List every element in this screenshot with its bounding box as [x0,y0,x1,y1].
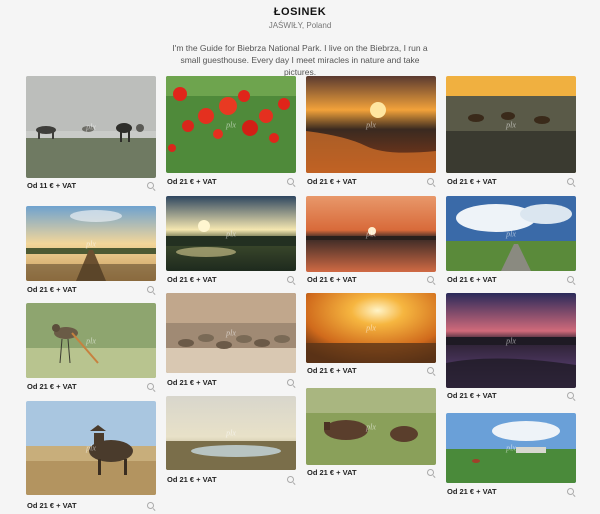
photo-thumbnail[interactable]: plx [26,206,156,281]
price-label: Od 21 € + VAT [167,275,217,284]
watermark: plx [506,443,516,453]
zoom-icon[interactable] [427,276,436,285]
zoom-icon[interactable] [287,276,296,285]
zoom-icon[interactable] [287,379,296,388]
price-label: Od 21 € + VAT [447,177,497,186]
page-title: ŁOSINEK [273,6,327,18]
price-label: Od 21 € + VAT [307,275,357,284]
zoom-icon[interactable] [427,367,436,376]
photo-thumbnail[interactable]: plx [26,76,156,178]
photo-thumbnail[interactable]: plx [306,388,436,465]
photo-thumbnail[interactable]: plx [166,293,296,373]
price-label: Od 21 € + VAT [167,378,217,387]
zoom-icon[interactable] [147,182,156,191]
price-label: Od 21 € + VAT [307,366,357,375]
photo-thumbnail[interactable]: plx [446,293,576,388]
zoom-icon[interactable] [147,502,156,511]
zoom-icon[interactable] [427,469,436,478]
price-label: Od 21 € + VAT [447,275,497,284]
photo-thumbnail[interactable]: plx [306,293,436,363]
photo-thumbnail[interactable]: plx [166,76,296,173]
price-label: Od 21 € + VAT [27,501,77,510]
zoom-icon[interactable] [287,476,296,485]
watermark: plx [366,229,376,239]
zoom-icon[interactable] [567,178,576,187]
watermark: plx [226,229,236,238]
watermark: plx [366,422,376,431]
watermark: plx [226,120,236,129]
photo-thumbnail[interactable]: plx [166,396,296,470]
zoom-icon[interactable] [567,276,576,285]
price-label: Od 11 € + VAT [27,181,77,190]
zoom-icon[interactable] [287,178,296,187]
photo-thumbnail[interactable]: plx [166,196,296,271]
photo-thumbnail[interactable]: plx [306,196,436,272]
price-label: Od 21 € + VAT [447,391,497,400]
location-label: JAŚWIŁY, Poland [268,21,332,30]
photo-thumbnail[interactable]: plx [446,76,576,173]
watermark: plx [366,120,376,129]
price-label: Od 21 € + VAT [307,177,357,186]
zoom-icon[interactable] [567,488,576,497]
photo-thumbnail[interactable]: plx [306,76,436,173]
watermark: plx [506,229,516,238]
photo-thumbnail[interactable]: plx [446,196,576,271]
zoom-icon[interactable] [147,286,156,295]
watermark: plx [366,323,376,333]
watermark: plx [86,336,96,345]
author-description: I'm the Guide for Biebrza National Park.… [172,43,428,77]
watermark: plx [226,428,236,438]
zoom-icon[interactable] [427,178,436,187]
watermark: plx [506,336,516,345]
watermark: plx [86,443,96,453]
photo-thumbnail[interactable]: plx [26,401,156,495]
zoom-icon[interactable] [147,383,156,392]
price-label: Od 21 € + VAT [167,475,217,484]
price-label: Od 21 € + VAT [27,285,77,294]
watermark: plx [86,239,96,248]
photo-thumbnail[interactable]: plx [26,303,156,378]
price-label: Od 21 € + VAT [447,487,497,496]
watermark: plx [226,328,236,338]
price-label: Od 21 € + VAT [307,468,357,477]
price-label: Od 21 € + VAT [27,382,77,391]
watermark: plx [86,122,96,132]
watermark: plx [506,120,516,129]
zoom-icon[interactable] [567,392,576,401]
photo-thumbnail[interactable]: plx [446,413,576,483]
price-label: Od 21 € + VAT [167,177,217,186]
